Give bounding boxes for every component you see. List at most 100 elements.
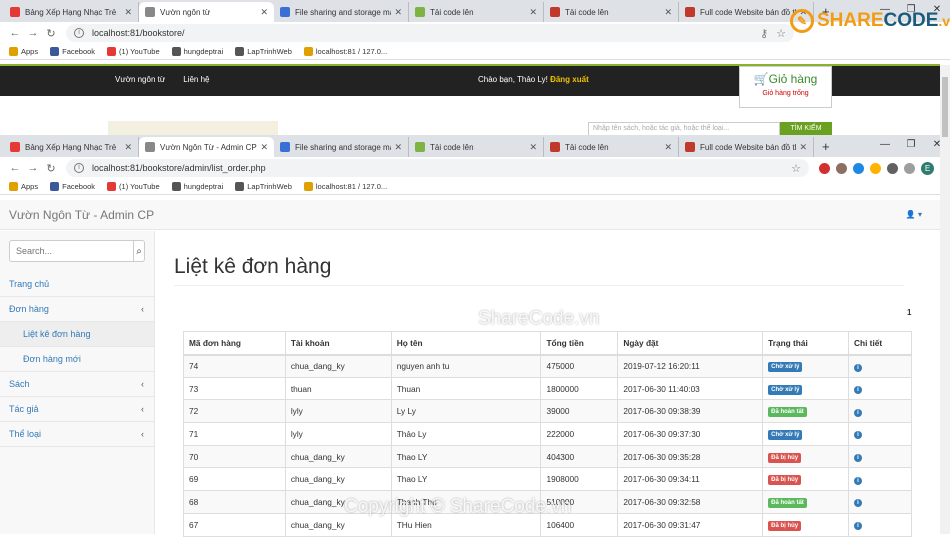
admin-brand[interactable]: Vườn Ngôn Từ - Admin CP: [9, 208, 154, 222]
browser-tab[interactable]: Bảng Xếp Hạng Nhạc Trẻ ✕: [4, 2, 139, 22]
bookmark-item[interactable]: hungdeptrai: [171, 182, 223, 191]
maximize-icon[interactable]: ❐: [898, 135, 924, 155]
close-icon[interactable]: ✕: [124, 142, 132, 153]
translate-icon[interactable]: [853, 162, 864, 174]
bookmark-item[interactable]: Facebook: [50, 182, 95, 191]
sidebar-item[interactable]: Đơn hàng ‹: [0, 297, 154, 322]
close-icon[interactable]: ✕: [260, 7, 268, 18]
sidebar-item[interactable]: Thể loại ‹: [0, 422, 154, 447]
info-icon[interactable]: i: [854, 499, 863, 508]
forward-icon[interactable]: →: [24, 27, 42, 39]
bookmark-item[interactable]: Facebook: [50, 47, 95, 56]
browser-tab[interactable]: Tải code lên ✕: [409, 2, 544, 22]
info-icon[interactable]: i: [854, 476, 863, 485]
cart-title: Giỏ hàng: [768, 72, 818, 86]
order-name: Thao LY: [390, 444, 542, 469]
extension-icon[interactable]: [870, 162, 881, 174]
cart-box[interactable]: 🛒Giỏ hàng Giỏ hàng trống: [739, 66, 832, 108]
status-badge: Đã hoàn tất: [768, 407, 807, 418]
bookmark-star-icon[interactable]: ☆: [791, 162, 801, 175]
site-search-input[interactable]: Nhập tên sách, hoặc tác giả, hoặc thể lo…: [588, 122, 780, 136]
sidebar-item[interactable]: Đơn hàng mới: [0, 347, 154, 372]
page-link[interactable]: 1: [907, 308, 911, 317]
minimize-icon[interactable]: —: [872, 135, 898, 155]
order-date: 2017-06-30 11:40:03: [617, 376, 764, 401]
profile-avatar[interactable]: E: [921, 161, 934, 175]
close-icon[interactable]: ✕: [664, 7, 672, 18]
order-date: 2017-06-30 09:35:28: [617, 444, 764, 469]
forward-icon[interactable]: →: [24, 162, 42, 174]
info-icon[interactable]: i: [854, 386, 863, 395]
extension-icon[interactable]: [887, 162, 898, 174]
info-icon[interactable]: i: [854, 431, 863, 440]
bookmark-item[interactable]: localhost:81 / 127.0...: [303, 182, 387, 191]
top-url-field[interactable]: i localhost:81/bookstore/ ⚷ ☆: [66, 24, 794, 42]
bookmark-star-icon[interactable]: ☆: [776, 27, 786, 40]
second-url-text: localhost:81/bookstore/admin/list_order.…: [92, 163, 266, 173]
close-icon[interactable]: ✕: [260, 142, 268, 153]
bookmark-item[interactable]: Apps: [9, 182, 38, 191]
close-icon[interactable]: ✕: [529, 142, 537, 153]
extension-icon[interactable]: [904, 162, 915, 174]
sidebar-item[interactable]: Liệt kê đơn hàng: [0, 322, 154, 347]
scrollbar-thumb[interactable]: [942, 77, 948, 137]
new-tab-icon[interactable]: +: [814, 137, 838, 157]
info-icon[interactable]: i: [854, 454, 863, 463]
browser-tab[interactable]: Tải code lên ✕: [544, 2, 679, 22]
reload-icon[interactable]: ↻: [42, 162, 60, 175]
site-menu-item[interactable]: Vườn ngôn từ: [115, 75, 165, 84]
order-id: 68: [183, 490, 286, 514]
tab-favicon-icon: [685, 142, 695, 152]
browser-tab[interactable]: File sharing and storage made✕: [274, 2, 409, 22]
bookmark-item[interactable]: LapTrinhWeb: [235, 47, 292, 56]
search-button[interactable]: ⌕: [134, 240, 145, 262]
browser-tab[interactable]: Vườn ngôn từ ✕: [139, 2, 274, 22]
close-icon[interactable]: ✕: [394, 7, 402, 18]
close-icon[interactable]: ✕: [124, 7, 132, 18]
bookmark-item[interactable]: (1) YouTube: [107, 47, 160, 56]
top-bookmarks-bar: Apps Facebook (1) YouTube hungdeptrai LapTri…: [0, 44, 950, 60]
bookmark-item[interactable]: (1) YouTube: [107, 182, 160, 191]
sidebar-item[interactable]: Sách ‹: [0, 372, 154, 397]
second-tab-strip: Bảng Xếp Hạng Nhạc Trẻ ✕ Vườn Ngôn Từ - Ad…: [0, 135, 950, 157]
tab-favicon-icon: [280, 7, 290, 17]
close-icon[interactable]: ✕: [529, 7, 537, 18]
back-icon[interactable]: ←: [6, 162, 24, 174]
browser-tab[interactable]: Tải code lên ✕: [409, 137, 544, 157]
browser-tab[interactable]: Tải code lên ✕: [544, 137, 679, 157]
browser-tab[interactable]: Bảng Xếp Hạng Nhạc Trẻ ✕: [4, 137, 139, 157]
user-menu[interactable]: 👤 ▾: [906, 210, 922, 219]
sidebar-item[interactable]: Tác giả ‹: [0, 397, 154, 422]
order-detail-cell: i: [848, 354, 912, 378]
back-icon[interactable]: ←: [6, 27, 24, 39]
order-id: 69: [183, 467, 286, 492]
info-icon[interactable]: i: [854, 522, 863, 531]
site-search-button[interactable]: TÌM KIẾM: [780, 122, 832, 136]
browser-tab[interactable]: File sharing and storage made✕: [274, 137, 409, 157]
browser-tab[interactable]: Vườn Ngôn Từ - Admin CP ✕: [139, 137, 274, 157]
reload-icon[interactable]: ↻: [42, 27, 60, 40]
info-icon[interactable]: i: [74, 163, 84, 173]
extension-icon[interactable]: [819, 162, 830, 174]
bookmark-item[interactable]: LapTrinhWeb: [235, 182, 292, 191]
sidebar-item-label: Tác giả: [9, 404, 39, 414]
bookmark-item[interactable]: hungdeptrai: [171, 47, 223, 56]
site-menu-item[interactable]: Liên hệ: [183, 75, 209, 84]
close-icon[interactable]: ✕: [799, 142, 807, 153]
sidebar-search-input[interactable]: [9, 240, 134, 262]
bookmark-item[interactable]: Apps: [9, 47, 38, 56]
scrollbar[interactable]: [940, 65, 950, 534]
logout-link[interactable]: Đăng xuất: [550, 75, 589, 84]
sidebar-item[interactable]: Trang chủ: [0, 272, 154, 297]
extension-icon[interactable]: [836, 162, 847, 174]
info-icon[interactable]: i: [854, 408, 863, 417]
order-total: 475000: [540, 354, 619, 378]
info-icon[interactable]: i: [854, 363, 863, 372]
close-icon[interactable]: ✕: [394, 142, 402, 153]
bookmark-item[interactable]: localhost:81 / 127.0...: [303, 47, 387, 56]
key-icon[interactable]: ⚷: [760, 27, 768, 40]
info-icon[interactable]: i: [74, 28, 84, 38]
second-url-field[interactable]: i localhost:81/bookstore/admin/list_orde…: [66, 159, 809, 177]
browser-tab[interactable]: Full code Website bán đồ thể ✕: [679, 137, 814, 157]
close-icon[interactable]: ✕: [664, 142, 672, 153]
